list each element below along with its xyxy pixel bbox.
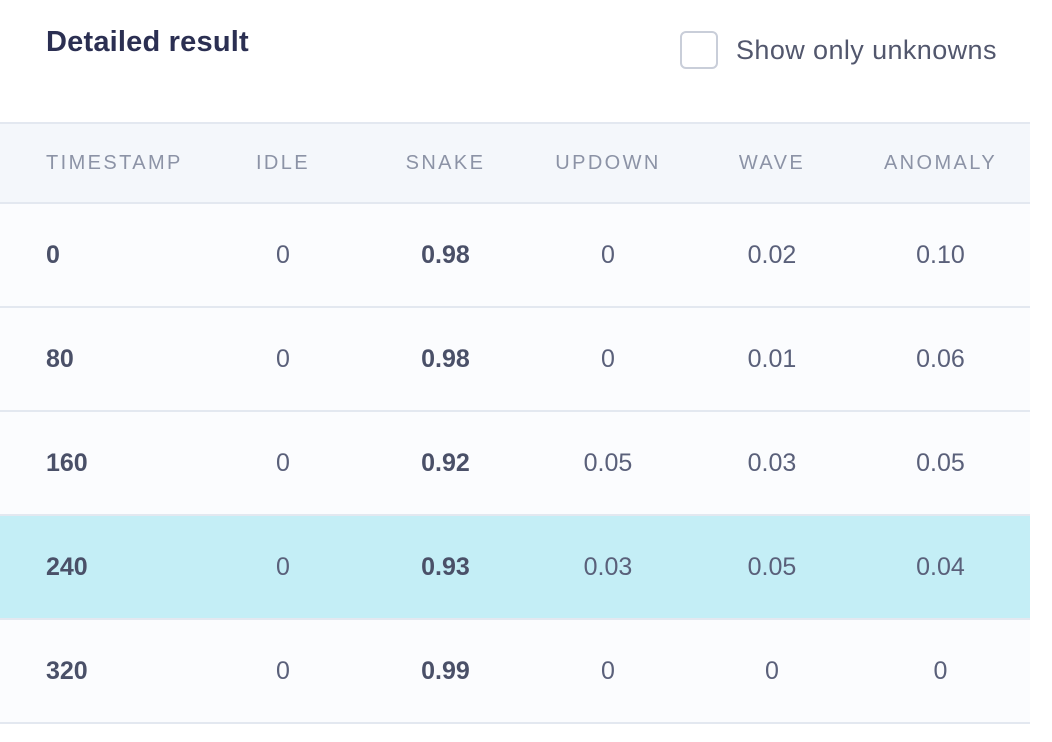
detailed-result-panel: Detailed result Show only unknowns TIMES…: [0, 0, 1052, 742]
cell-idle: 0: [198, 515, 368, 620]
show-only-unknowns-label[interactable]: Show only unknowns: [736, 35, 997, 66]
cell-wave: 0.03: [693, 411, 851, 516]
column-header-updown: UPDOWN: [523, 122, 693, 204]
cell-snake: 0.98: [368, 203, 523, 308]
cell-timestamp: 320: [0, 619, 198, 724]
cell-snake: 0.99: [368, 619, 523, 724]
cell-anomaly: 0.10: [851, 203, 1030, 308]
table-row[interactable]: 80 0 0.98 0 0.01 0.06: [0, 307, 1030, 412]
cell-snake: 0.98: [368, 307, 523, 412]
cell-updown: 0: [523, 307, 693, 412]
cell-idle: 0: [198, 203, 368, 308]
table-row[interactable]: 320 0 0.99 0 0 0: [0, 619, 1030, 724]
cell-idle: 0: [198, 619, 368, 724]
cell-timestamp: 80: [0, 307, 198, 412]
cell-idle: 0: [198, 307, 368, 412]
cell-anomaly: 0: [851, 619, 1030, 724]
column-header-wave: WAVE: [693, 122, 851, 204]
cell-wave: 0: [693, 619, 851, 724]
cell-timestamp: 160: [0, 411, 198, 516]
cell-updown: 0.03: [523, 515, 693, 620]
show-only-unknowns-toggle[interactable]: Show only unknowns: [680, 29, 997, 71]
cell-wave: 0.05: [693, 515, 851, 620]
column-header-timestamp: TIMESTAMP: [0, 122, 198, 204]
cell-wave: 0.02: [693, 203, 851, 308]
cell-updown: 0: [523, 203, 693, 308]
cell-anomaly: 0.05: [851, 411, 1030, 516]
cell-wave: 0.01: [693, 307, 851, 412]
table-row[interactable]: 160 0 0.92 0.05 0.03 0.05: [0, 411, 1030, 516]
cell-updown: 0: [523, 619, 693, 724]
column-header-anomaly: ANOMALY: [851, 122, 1030, 204]
cell-idle: 0: [198, 411, 368, 516]
panel-title: Detailed result: [46, 26, 249, 58]
cell-anomaly: 0.06: [851, 307, 1030, 412]
cell-updown: 0.05: [523, 411, 693, 516]
table-row-highlighted[interactable]: 240 0 0.93 0.03 0.05 0.04: [0, 515, 1030, 620]
cell-timestamp: 240: [0, 515, 198, 620]
results-table: TIMESTAMP IDLE SNAKE UPDOWN WAVE ANOMALY…: [0, 122, 1030, 724]
column-header-snake: SNAKE: [368, 122, 523, 204]
cell-snake: 0.92: [368, 411, 523, 516]
table-header-row: TIMESTAMP IDLE SNAKE UPDOWN WAVE ANOMALY: [0, 122, 1030, 204]
show-only-unknowns-checkbox[interactable]: [680, 31, 718, 69]
cell-timestamp: 0: [0, 203, 198, 308]
column-header-idle: IDLE: [198, 122, 368, 204]
table-row[interactable]: 0 0 0.98 0 0.02 0.10: [0, 203, 1030, 308]
cell-snake: 0.93: [368, 515, 523, 620]
cell-anomaly: 0.04: [851, 515, 1030, 620]
